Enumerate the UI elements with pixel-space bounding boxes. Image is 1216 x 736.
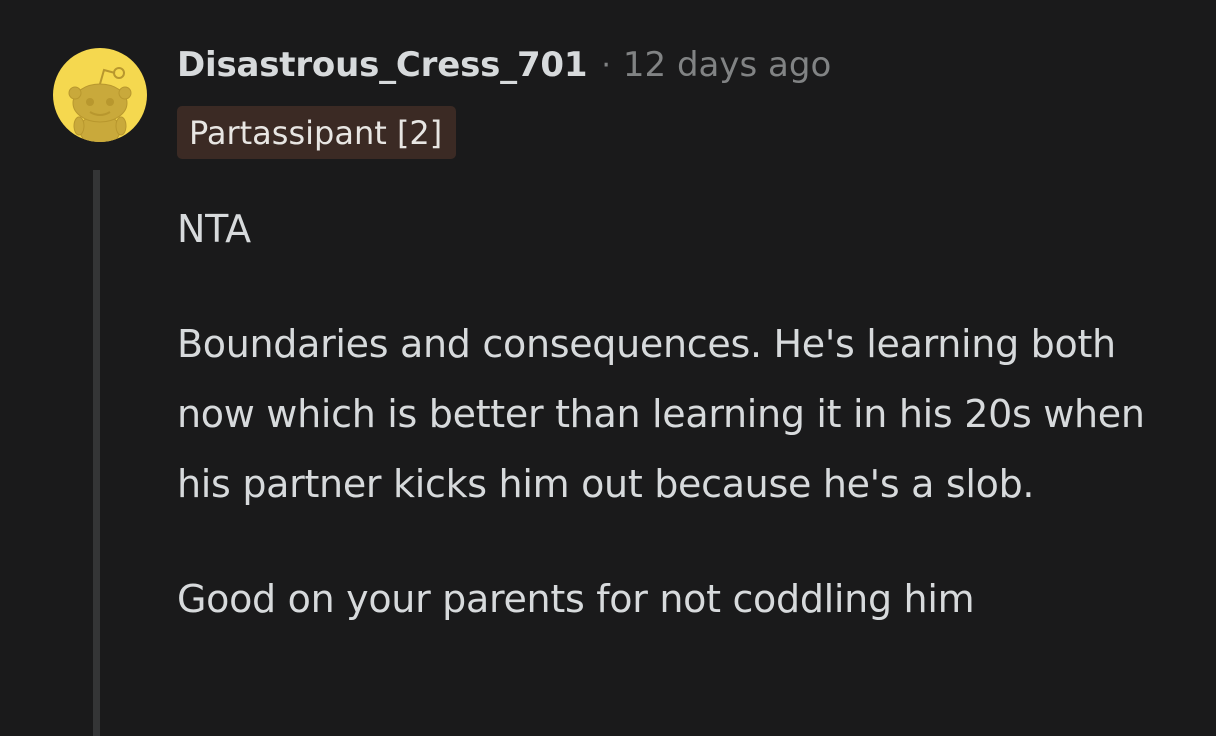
thread-collapse-line[interactable] xyxy=(93,170,100,736)
timestamp[interactable]: 12 days ago xyxy=(623,45,831,85)
comment-meta: Disastrous_Cress_701 · 12 days ago xyxy=(177,42,831,88)
comment-paragraph: NTA xyxy=(177,207,251,251)
comment-paragraph: Good on your parents for not coddling hi… xyxy=(177,577,975,621)
comment-paragraph: Boundaries and consequences. He's learni… xyxy=(177,322,1145,506)
username-link[interactable]: Disastrous_Cress_701 xyxy=(177,45,588,85)
user-avatar-icon[interactable] xyxy=(53,48,147,142)
comment: Disastrous_Cress_701 · 12 days ago Parta… xyxy=(0,0,1216,736)
meta-separator: · xyxy=(601,47,611,83)
user-flair-badge: Partassipant [2] xyxy=(177,106,457,159)
comment-body: NTA Boundaries and consequences. He's le… xyxy=(177,194,1187,679)
